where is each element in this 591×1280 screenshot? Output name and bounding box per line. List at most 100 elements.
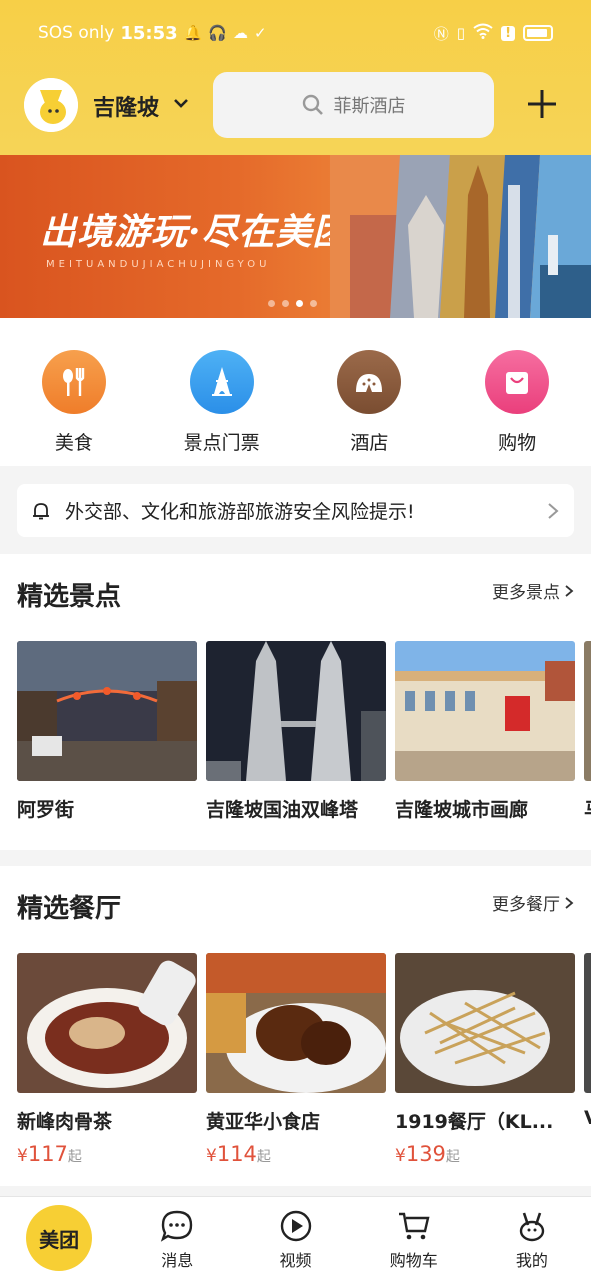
tab-label: 购物车 xyxy=(389,1251,438,1270)
attraction-image xyxy=(395,641,575,781)
restaurant-price: ¥117起 xyxy=(17,1142,197,1166)
restaurant-price: ¥114起 xyxy=(206,1142,386,1166)
chevron-down-icon[interactable] xyxy=(172,94,190,112)
hotel-icon xyxy=(337,350,402,414)
attraction-name: 阿罗街 xyxy=(17,799,75,821)
restaurant-card[interactable]: 新峰肉骨茶 ¥117起 xyxy=(17,953,197,1166)
tab-messages[interactable]: 消息 xyxy=(118,1197,236,1280)
restaurant-card[interactable]: 黄亚华小食店 ¥114起 xyxy=(206,953,386,1166)
battery-icon xyxy=(523,25,553,41)
profile-icon xyxy=(519,1212,545,1242)
category-shopping[interactable]: 购物 xyxy=(443,318,591,466)
shopping-bag-icon xyxy=(485,350,550,414)
tab-label: 我的 xyxy=(515,1251,548,1270)
price-value: 114 xyxy=(216,1142,257,1166)
attraction-card[interactable]: 吉隆坡国油双峰塔 xyxy=(206,641,386,822)
add-icon[interactable] xyxy=(524,86,560,122)
tab-profile[interactable]: 我的 xyxy=(473,1197,591,1280)
restaurant-name: 1919餐厅（KL... xyxy=(395,1111,554,1133)
header: 吉隆坡 菲斯酒店 xyxy=(0,70,591,140)
category-attractions[interactable]: 景点门票 xyxy=(148,318,296,466)
banner-title: 出境游玩·尽在美团 xyxy=(40,211,350,253)
safety-notice[interactable]: 外交部、文化和旅游部旅游安全风险提示! xyxy=(17,484,574,537)
restaurant-image xyxy=(584,953,591,1093)
restaurant-price: ¥139起 xyxy=(395,1142,575,1166)
more-label: 更多景点 xyxy=(492,583,560,603)
banner-dot[interactable] xyxy=(268,300,275,307)
restaurant-image xyxy=(206,953,386,1093)
banner-landmarks-image xyxy=(330,155,591,318)
bell-icon: 🔔 xyxy=(183,24,203,42)
eiffel-tower-icon xyxy=(189,350,254,414)
headphones-icon: 🎧 xyxy=(208,24,227,42)
nfc-icon: Ⓝ xyxy=(433,24,449,43)
category-hotel[interactable]: 酒店 xyxy=(296,318,444,466)
more-label: 更多餐厅 xyxy=(492,895,560,915)
attraction-card-peek[interactable]: 马 xyxy=(584,641,591,822)
attraction-image xyxy=(206,641,386,781)
attraction-name: 吉隆坡国油双峰塔 xyxy=(206,799,359,821)
vibrate-icon: ▯ xyxy=(456,24,466,42)
status-bar: SOS only 15:53 🔔 🎧 ☁ ✓ Ⓝ ▯ ! xyxy=(0,0,591,66)
bell-icon xyxy=(33,502,49,519)
category-label: 美食 xyxy=(54,432,93,454)
cart-icon xyxy=(398,1212,430,1240)
video-play-icon xyxy=(280,1210,311,1242)
currency-symbol: ¥ xyxy=(395,1146,406,1166)
attraction-card[interactable]: 吉隆坡城市画廊 xyxy=(395,641,575,822)
tab-cart[interactable]: 购物车 xyxy=(355,1197,473,1280)
meituan-home-icon: 美团 xyxy=(26,1205,93,1271)
tab-video[interactable]: 视频 xyxy=(236,1197,354,1280)
restaurant-name: 黄亚华小食店 xyxy=(206,1111,321,1133)
food-icon xyxy=(41,350,106,414)
attraction-card[interactable]: 阿罗街 xyxy=(17,641,197,822)
price-suffix: 起 xyxy=(256,1149,271,1165)
more-restaurants-link[interactable]: 更多餐厅 xyxy=(492,890,574,915)
category-grid: 美食 景点门票 酒店 购物 xyxy=(0,318,591,466)
currency-symbol: ¥ xyxy=(206,1146,217,1166)
chevron-right-icon xyxy=(548,502,559,519)
tab-label: 视频 xyxy=(279,1251,312,1270)
attraction-image xyxy=(17,641,197,781)
price-value: 139 xyxy=(405,1142,446,1166)
category-label: 购物 xyxy=(498,432,537,454)
category-label: 酒店 xyxy=(350,432,389,454)
restaurant-name: V xyxy=(584,1107,591,1129)
attractions-section: 精选景点 更多景点 阿罗街 吉隆坡国油双峰塔 吉隆坡城市画廊 马 xyxy=(0,554,591,850)
attraction-name: 吉隆坡城市画廊 xyxy=(395,799,529,821)
section-title: 精选餐厅 xyxy=(17,894,122,924)
search-placeholder: 菲斯酒店 xyxy=(333,96,406,117)
notice-area: 外交部、文化和旅游部旅游安全风险提示! xyxy=(0,466,591,554)
alert-icon: ! xyxy=(501,25,515,41)
banner-subtitle: MEITUANDUJIACHUJINGYOU xyxy=(46,259,271,270)
price-suffix: 起 xyxy=(67,1149,82,1165)
user-avatar[interactable] xyxy=(24,78,78,132)
section-title: 精选景点 xyxy=(17,582,122,612)
more-attractions-link[interactable]: 更多景点 xyxy=(492,578,574,603)
banner-dot[interactable] xyxy=(310,300,317,307)
price-value: 117 xyxy=(27,1142,68,1166)
restaurant-name: 新峰肉骨茶 xyxy=(17,1111,113,1133)
tab-label: 消息 xyxy=(161,1251,194,1270)
price-suffix: 起 xyxy=(445,1149,460,1165)
promo-banner[interactable]: 出境游玩·尽在美团 MEITUANDUJIACHUJINGYOU xyxy=(0,155,591,318)
banner-dot[interactable] xyxy=(282,300,289,307)
city-selector[interactable]: 吉隆坡 xyxy=(93,90,159,122)
category-food[interactable]: 美食 xyxy=(0,318,148,466)
attraction-image xyxy=(584,641,591,781)
chevron-right-icon xyxy=(565,896,574,909)
check-icon: ✓ xyxy=(254,24,267,42)
currency-symbol: ¥ xyxy=(17,1146,28,1166)
restaurant-card[interactable]: 1919餐厅（KL... ¥139起 xyxy=(395,953,575,1166)
restaurants-section: 精选餐厅 更多餐厅 新峰肉骨茶 ¥117起 黄亚华小食店 ¥114起 1919餐… xyxy=(0,866,591,1186)
restaurant-card-peek[interactable]: V xyxy=(584,953,591,1166)
banner-dot-active[interactable] xyxy=(296,300,303,307)
search-bar[interactable]: 菲斯酒店 xyxy=(213,72,494,138)
message-icon xyxy=(161,1210,193,1242)
banner-pagination xyxy=(268,300,317,307)
tab-home[interactable]: 美团 xyxy=(0,1197,118,1280)
carrier-text: SOS only xyxy=(38,23,115,43)
search-icon xyxy=(302,94,323,115)
notice-text: 外交部、文化和旅游部旅游安全风险提示! xyxy=(65,501,415,523)
category-label: 景点门票 xyxy=(183,432,260,454)
